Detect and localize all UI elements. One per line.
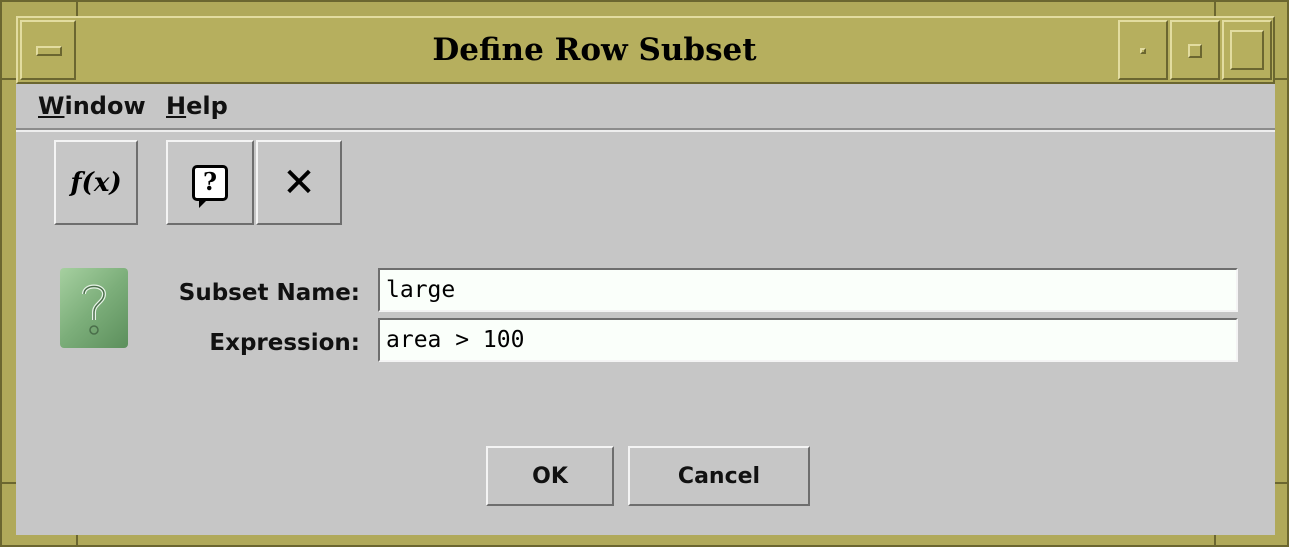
title-bar[interactable]: Define Row Subset [16,16,1275,84]
expression-input[interactable] [378,318,1238,362]
question-mark-icon [60,268,128,348]
frame-notch [2,78,16,80]
frame-notch [76,533,78,547]
function-button[interactable]: f(x) [54,140,138,225]
menu-help-label: elp [186,92,228,120]
menu-window-mnemonic: W [38,92,65,120]
question-mark-glyph [82,284,107,335]
cancel-button[interactable]: Cancel [628,446,810,506]
frame-notch [1214,533,1216,547]
help-button[interactable]: ? [166,140,254,225]
minimize-button[interactable] [1118,20,1168,80]
close-window-button[interactable] [1222,20,1272,80]
window-frame: Define Row Subset Window Help f(x) ? ✕ S… [0,0,1289,547]
menu-help-mnemonic: H [166,92,187,120]
window-menu-button[interactable] [20,20,76,80]
maximize-button[interactable] [1170,20,1220,80]
menu-window-label: indow [64,92,146,120]
help-icon-glyph: ? [202,166,218,196]
menu-bar: Window Help [16,84,1275,132]
function-icon: f(x) [70,167,122,198]
expression-label: Expression: [209,330,360,356]
dialog-content: Window Help f(x) ? ✕ Subset Name: Expres… [16,84,1275,535]
minimize-icon [1140,48,1146,54]
frame-notch [1275,482,1289,484]
subset-name-input[interactable] [378,268,1238,312]
subset-name-label: Subset Name: [178,280,360,306]
ok-button[interactable]: OK [486,446,614,506]
frame-notch [1214,2,1216,16]
close-icon: ✕ [282,159,316,206]
help-icon: ? [192,164,228,208]
close-button[interactable]: ✕ [256,140,342,225]
frame-notch [2,482,16,484]
menu-help[interactable]: Help [166,92,228,120]
window-menu-icon [36,46,62,56]
frame-notch [76,2,78,16]
maximize-icon [1188,44,1202,58]
window-title: Define Row Subset [432,32,757,68]
menu-window[interactable]: Window [38,92,146,120]
frame-notch [1275,78,1289,80]
close-window-icon [1230,30,1264,70]
